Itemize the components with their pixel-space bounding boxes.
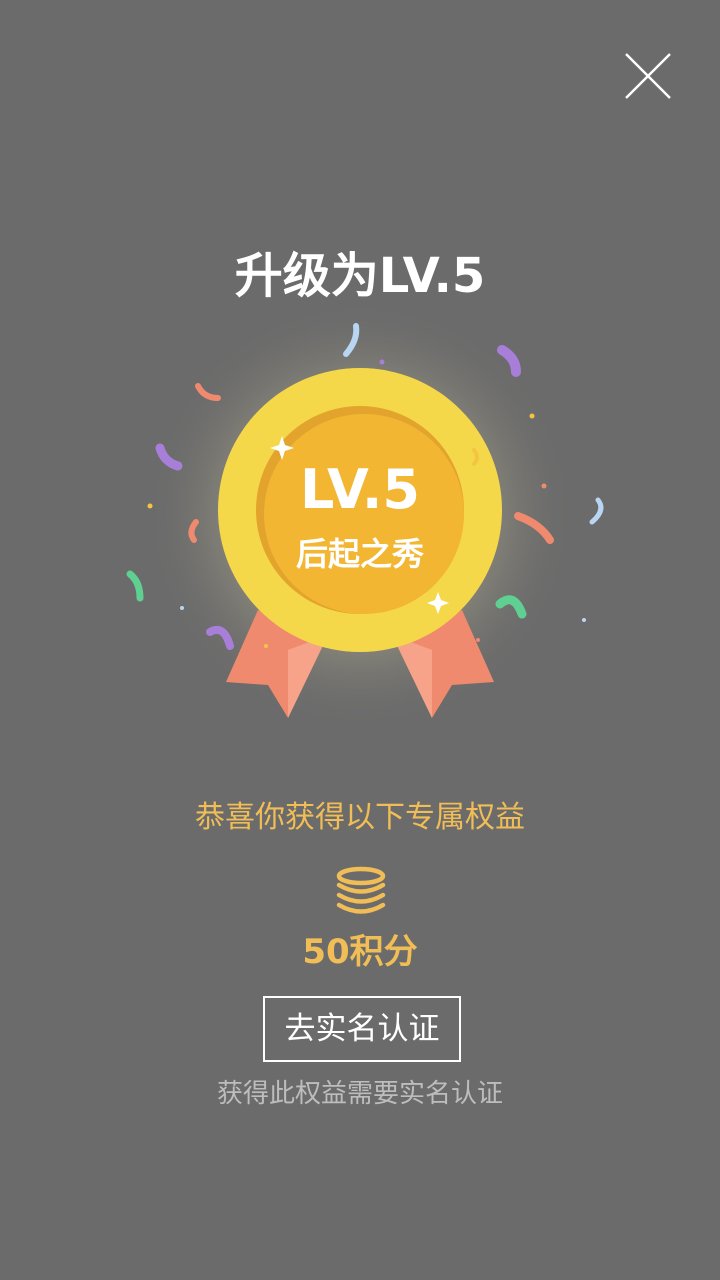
real-name-verify-button[interactable]: 去实名认证 bbox=[263, 996, 461, 1062]
medal-rank-title: 后起之秀 bbox=[295, 535, 424, 573]
points-reward-label: 50积分 bbox=[302, 932, 418, 972]
rewards-heading: 恭喜你获得以下专属权益 bbox=[195, 800, 525, 835]
medal-illustration bbox=[126, 310, 604, 730]
level-medal: LV.5 后起之秀 bbox=[110, 310, 610, 750]
coin-stack-icon bbox=[334, 866, 388, 920]
close-icon bbox=[625, 53, 671, 99]
medal-level-label: LV.5 bbox=[300, 458, 420, 521]
dialog-title: 升级为LV.5 bbox=[234, 248, 486, 304]
close-button[interactable] bbox=[620, 48, 676, 104]
verify-hint-text: 获得此权益需要实名认证 bbox=[216, 1079, 503, 1109]
